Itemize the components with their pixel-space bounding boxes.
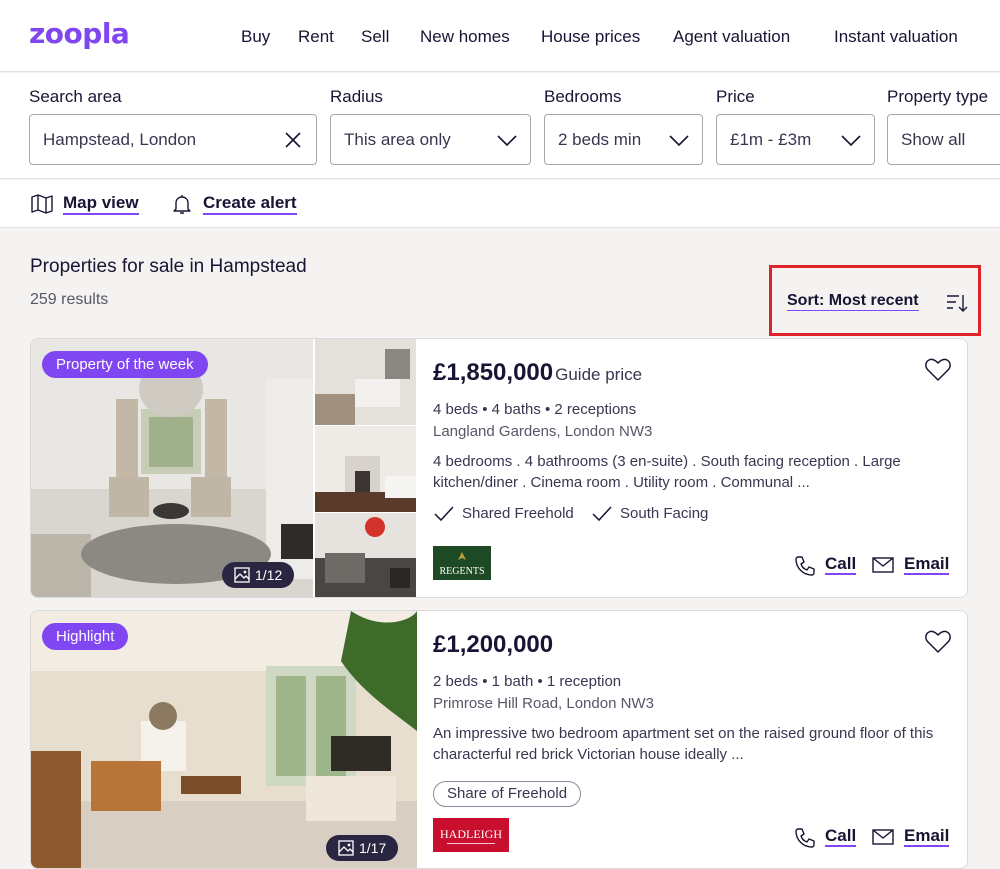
agent-logo-hadleigh[interactable]: HADLEIGH (433, 818, 509, 852)
listing-features: 2 beds • 1 bath • 1 reception (433, 673, 622, 690)
bell-icon (173, 195, 191, 214)
search-filters: Search area Hampstead, London Radius Thi… (0, 73, 1000, 179)
radius-select[interactable]: This area only (330, 114, 531, 165)
property-thumbnail[interactable] (315, 426, 416, 512)
listing-price[interactable]: £1,850,000 Guide price (433, 359, 642, 387)
map-view-label: Map view (63, 193, 139, 215)
call-label: Call (825, 826, 857, 847)
nav-new-homes[interactable]: New homes (420, 27, 510, 47)
phone-icon (795, 556, 815, 576)
results-count: 259 results (30, 291, 109, 308)
bedrooms-select[interactable]: 2 beds min (544, 114, 703, 165)
property-thumbnail[interactable] (315, 513, 416, 598)
map-icon (31, 194, 53, 214)
bedrooms-label: Bedrooms (544, 87, 622, 106)
property-type-select[interactable]: Show all (887, 114, 1000, 165)
listing-card[interactable]: Property of the week 1/12 £1,850,000 Guid… (30, 338, 968, 598)
agent-logo-regents[interactable]: REGENTS (433, 546, 491, 580)
nav-buy[interactable]: Buy (241, 27, 270, 47)
sort-icon (947, 295, 968, 312)
envelope-icon (872, 829, 894, 845)
price-value: £1,850,000 (433, 359, 554, 386)
tag-label: Shared Freehold (462, 505, 574, 522)
price-label: Price (716, 87, 755, 106)
save-heart-icon[interactable] (925, 358, 951, 382)
chevron-down-icon (669, 135, 689, 147)
svg-text:HADLEIGH: HADLEIGH (440, 827, 502, 841)
listing-address: Langland Gardens, London NW3 (433, 423, 653, 440)
price-qualifier: Guide price (555, 365, 643, 384)
listing-features: 4 beds • 4 baths • 2 receptions (433, 401, 637, 418)
listing-price[interactable]: £1,200,000 (433, 631, 553, 659)
results-toolbar: Map view Create alert (0, 180, 1000, 228)
image-icon (338, 840, 354, 856)
radius-value: This area only (344, 130, 451, 149)
image-count[interactable]: 1/12 (222, 562, 295, 588)
listing-card[interactable]: Highlight 1/17 £1,200,000 2 beds • 1 bat… (30, 610, 968, 869)
clear-icon[interactable] (282, 129, 304, 151)
share-of-freehold-tag: Share of Freehold (433, 781, 582, 807)
search-area-input[interactable]: Hampstead, London (29, 114, 317, 165)
email-label: Email (904, 554, 950, 575)
chevron-down-icon (841, 135, 861, 147)
bedrooms-value: 2 beds min (558, 130, 642, 149)
create-alert-button[interactable]: Create alert (170, 192, 310, 216)
email-button[interactable]: Email (871, 826, 950, 847)
sort-label: Sort: Most recent (787, 292, 919, 311)
check-icon (434, 506, 454, 522)
email-button[interactable]: Email (871, 554, 950, 575)
tag-label: South Facing (620, 505, 709, 522)
listing-tag: South Facing (591, 505, 708, 522)
call-button[interactable]: Call (793, 554, 857, 576)
check-icon (592, 506, 612, 522)
listing-address: Primrose Hill Road, London NW3 (433, 695, 654, 712)
nav-instant-valuation[interactable]: Instant valuation (834, 27, 958, 47)
property-type-value: Show all (901, 130, 966, 149)
svg-text:REGENTS: REGENTS (440, 566, 485, 577)
listing-description: 4 bedrooms . 4 bathrooms (3 en-suite) . … (433, 453, 901, 491)
site-header: ZOOPLA Buy Rent Sell New homes House pri… (0, 0, 1000, 72)
image-count-text: 1/12 (255, 567, 283, 583)
zoopla-logo[interactable]: ZOOPLA (29, 19, 130, 49)
price-value: £1m - £3m (730, 130, 812, 149)
call-label: Call (825, 554, 857, 575)
price-value: £1,200,000 (433, 631, 554, 658)
save-heart-icon[interactable] (925, 630, 951, 654)
map-view-button[interactable]: Map view (30, 192, 145, 216)
radius-label: Radius (330, 87, 383, 106)
property-thumbnail[interactable] (315, 339, 416, 425)
sort-button[interactable]: Sort: Most recent (769, 265, 981, 336)
image-count[interactable]: 1/17 (326, 835, 399, 861)
property-of-the-week-badge: Property of the week (42, 351, 208, 378)
listing-description: An impressive two bedroom apartment set … (433, 725, 934, 763)
chevron-down-icon (497, 135, 517, 147)
property-type-label: Property type (887, 87, 989, 106)
email-label: Email (904, 826, 950, 847)
search-area-value: Hampstead, London (43, 130, 197, 149)
nav-rent[interactable]: Rent (298, 27, 334, 47)
image-icon (234, 567, 250, 583)
image-count-text: 1/17 (359, 840, 387, 856)
nav-sell[interactable]: Sell (361, 27, 389, 47)
highlight-badge: Highlight (42, 623, 129, 650)
search-area-label: Search area (29, 87, 122, 106)
call-button[interactable]: Call (793, 826, 857, 848)
results-title: Properties for sale in Hampstead (30, 256, 307, 277)
nav-agent-valuation[interactable]: Agent valuation (673, 27, 790, 47)
phone-icon (795, 828, 815, 848)
nav-house-prices[interactable]: House prices (541, 27, 640, 47)
listing-tag: Shared Freehold (433, 505, 574, 522)
create-alert-label: Create alert (203, 193, 297, 215)
price-select[interactable]: £1m - £3m (716, 114, 875, 165)
envelope-icon (872, 557, 894, 573)
